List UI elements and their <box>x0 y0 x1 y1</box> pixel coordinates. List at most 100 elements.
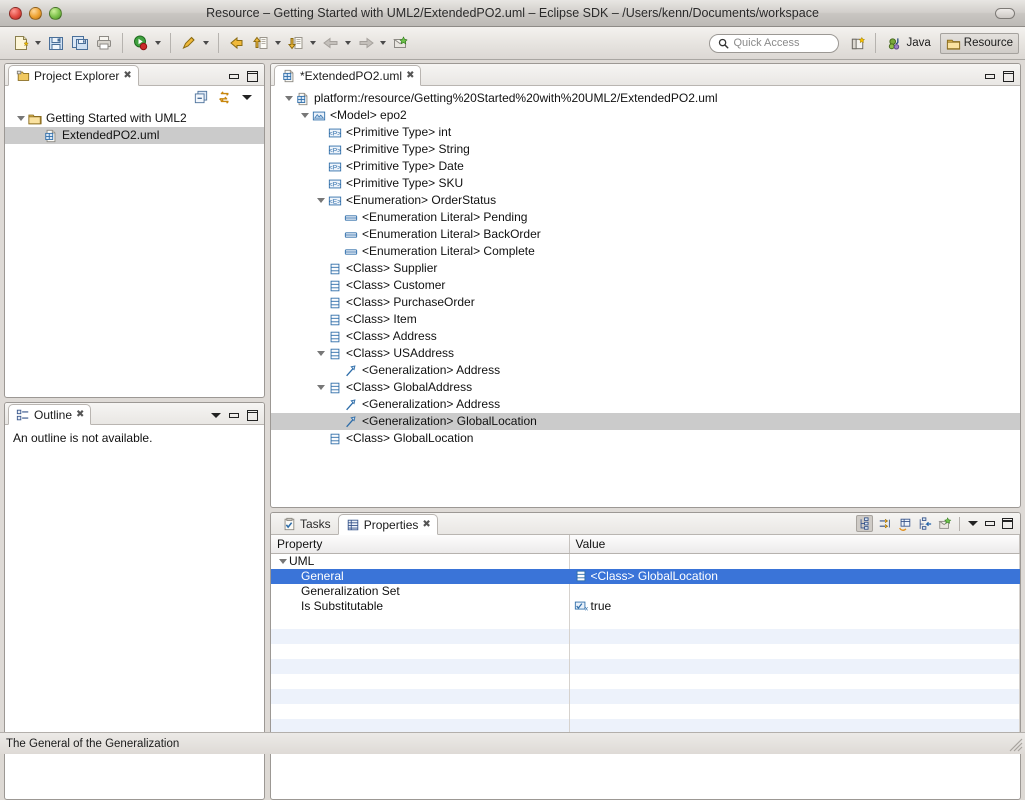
pin-to-selection-icon[interactable] <box>916 515 933 532</box>
back-to-file-icon[interactable] <box>226 32 248 54</box>
view-menu-icon[interactable] <box>240 90 254 104</box>
minimize-window-button[interactable] <box>29 6 42 20</box>
maximize-icon[interactable] <box>1001 69 1015 83</box>
forward-dropdown-icon[interactable] <box>380 41 386 45</box>
tree-row[interactable]: <Enumeration Literal> Complete <box>271 243 1020 260</box>
link-with-editor-icon[interactable] <box>217 90 231 104</box>
column-header-value[interactable]: Value <box>569 535 1020 554</box>
properties-table[interactable]: Property Value UML General <Class> GlobalL… <box>271 535 1020 749</box>
expand-twisty-icon[interactable] <box>315 385 327 390</box>
tab-project-explorer[interactable]: Project Explorer ✖ <box>8 65 139 86</box>
tree-row[interactable]: <Enumeration Literal> Pending <box>271 209 1020 226</box>
new-editor-icon[interactable] <box>390 32 412 54</box>
maximize-icon[interactable] <box>245 69 259 83</box>
minimize-icon[interactable] <box>983 69 997 83</box>
close-icon[interactable]: ✖ <box>76 409 84 420</box>
run-dropdown-icon[interactable] <box>155 41 161 45</box>
tree-row[interactable]: <Generalization> Address <box>271 396 1020 413</box>
maximize-icon[interactable] <box>245 408 259 422</box>
tree-row[interactable]: ExtendedPO2.uml <box>5 127 264 144</box>
new-file-icon[interactable] <box>10 32 32 54</box>
tree-row[interactable]: <Class> GlobalAddress <box>271 379 1020 396</box>
expand-twisty-icon[interactable] <box>15 116 27 121</box>
new-properties-view-icon[interactable] <box>936 515 953 532</box>
maximize-icon[interactable] <box>1000 517 1014 531</box>
table-row[interactable]: UML <box>271 553 1020 569</box>
tree-row[interactable]: <Enumeration Literal> BackOrder <box>271 226 1020 243</box>
project-explorer-tree[interactable]: Getting Started with UML2 ExtendedPO2.uml <box>5 108 264 144</box>
window-controls[interactable] <box>0 6 62 20</box>
tree-row[interactable]: <Class> GlobalLocation <box>271 430 1020 447</box>
expand-twisty-icon[interactable] <box>315 198 327 203</box>
property-cell[interactable]: Generalization Set <box>271 583 570 599</box>
value-cell[interactable] <box>569 583 1020 599</box>
run-icon[interactable] <box>130 32 152 54</box>
tree-row[interactable]: <Class> Item <box>271 311 1020 328</box>
save-icon[interactable] <box>45 32 67 54</box>
value-cell[interactable] <box>569 553 1020 569</box>
back-dropdown-icon[interactable] <box>345 41 351 45</box>
resize-grip-icon[interactable] <box>1009 738 1023 752</box>
expand-twisty-icon[interactable] <box>299 113 311 118</box>
minimize-icon[interactable] <box>983 517 997 531</box>
show-categories-icon[interactable] <box>856 515 873 532</box>
property-cell[interactable]: Is Substitutable <box>271 598 570 614</box>
perspective-java-button[interactable]: Java <box>882 33 936 54</box>
maximize-window-button[interactable] <box>49 6 62 20</box>
up-arrow-icon[interactable] <box>250 32 272 54</box>
editor-model-tree[interactable]: platform:/resource/Getting%20Started%20w… <box>271 86 1020 447</box>
show-advanced-properties-icon[interactable] <box>876 515 893 532</box>
close-icon[interactable]: ✖ <box>422 519 430 530</box>
close-icon[interactable]: ✖ <box>406 70 414 81</box>
tree-row[interactable]: Getting Started with UML2 <box>5 110 264 127</box>
close-window-button[interactable] <box>9 6 22 20</box>
toolbar-toggle-button[interactable] <box>995 7 1025 19</box>
down-arrow-dropdown-icon[interactable] <box>310 41 316 45</box>
value-cell[interactable]: <Class> GlobalLocation <box>569 568 1020 584</box>
tab-properties[interactable]: Properties ✖ <box>337 514 438 535</box>
tree-row[interactable]: platform:/resource/Getting%20Started%20w… <box>271 90 1020 107</box>
value-cell[interactable]: x true <box>569 598 1020 614</box>
new-file-dropdown-icon[interactable] <box>35 41 41 45</box>
tree-row[interactable]: <P> <Primitive Type> int <box>271 124 1020 141</box>
left-arrow-icon[interactable] <box>320 32 342 54</box>
property-cell[interactable]: General <box>271 568 570 584</box>
open-perspective-icon[interactable] <box>847 32 869 54</box>
perspective-resource-button[interactable]: Resource <box>939 32 1019 54</box>
category-twisty-icon[interactable] <box>277 558 289 564</box>
tree-row[interactable]: <Class> USAddress <box>271 345 1020 362</box>
tree-row[interactable]: <P> <Primitive Type> String <box>271 141 1020 158</box>
column-header-property[interactable]: Property <box>271 535 570 554</box>
view-menu-icon[interactable] <box>209 408 223 422</box>
tab-extendedpo2-uml[interactable]: *ExtendedPO2.uml ✖ <box>274 65 422 86</box>
minimize-icon[interactable] <box>227 69 241 83</box>
save-all-icon[interactable] <box>69 32 91 54</box>
tree-row[interactable]: <P> <Primitive Type> SKU <box>271 175 1020 192</box>
external-tools-dropdown-icon[interactable] <box>203 41 209 45</box>
table-row[interactable]: General <Class> GlobalLocation <box>271 568 1020 584</box>
expand-twisty-icon[interactable] <box>283 96 295 101</box>
restore-default-value-icon[interactable] <box>896 515 913 532</box>
close-icon[interactable]: ✖ <box>123 70 131 81</box>
minimize-icon[interactable] <box>227 408 241 422</box>
tree-row[interactable]: <E> <Enumeration> OrderStatus <box>271 192 1020 209</box>
tab-outline[interactable]: Outline ✖ <box>8 404 92 425</box>
tree-row[interactable]: <Class> PurchaseOrder <box>271 294 1020 311</box>
table-row[interactable]: Generalization Set <box>271 583 1020 599</box>
collapse-all-icon[interactable] <box>194 90 208 104</box>
view-menu-icon[interactable] <box>966 517 980 531</box>
down-arrow-icon[interactable] <box>285 32 307 54</box>
tree-row[interactable]: <Class> Address <box>271 328 1020 345</box>
tree-row[interactable]: <Generalization> Address <box>271 362 1020 379</box>
tree-row[interactable]: <P> <Primitive Type> Date <box>271 158 1020 175</box>
tree-row[interactable]: <Generalization> GlobalLocation <box>271 413 1020 430</box>
quick-access-input[interactable]: Quick Access <box>709 33 840 53</box>
expand-twisty-icon[interactable] <box>315 351 327 356</box>
tree-row[interactable]: <Class> Customer <box>271 277 1020 294</box>
external-tools-icon[interactable] <box>178 32 200 54</box>
tab-tasks[interactable]: Tasks <box>275 513 338 534</box>
print-icon[interactable] <box>93 32 115 54</box>
property-cell[interactable]: UML <box>271 553 570 569</box>
right-arrow-icon[interactable] <box>355 32 377 54</box>
up-arrow-dropdown-icon[interactable] <box>275 41 281 45</box>
